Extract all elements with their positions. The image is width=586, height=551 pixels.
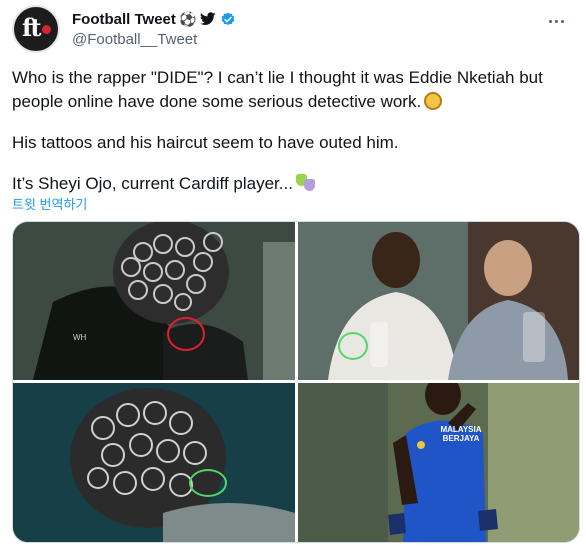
media-grid: WH MALAYSIA BERJAYA [12, 221, 580, 543]
magnifier-icon [424, 92, 443, 110]
soccer-ball-icon: ⚽ [179, 11, 197, 27]
avatar-logo-text: ft [22, 13, 41, 42]
photo-masked-rapper-art: WH [13, 222, 295, 380]
display-name[interactable]: Football Tweet [72, 11, 176, 28]
verified-badge-icon [220, 11, 236, 27]
photo-masked-rapper-closeup[interactable] [13, 383, 295, 542]
highlight-circle-green [189, 469, 227, 497]
photo-closeup-art [13, 383, 295, 542]
tweet-paragraph-3: It’s Sheyi Ojo, current Cardiff player..… [12, 172, 572, 196]
bird-icon [199, 11, 216, 27]
avatar[interactable]: ft [12, 5, 60, 53]
tweet-header: ft Football Tweet ⚽ @Football__Tweet [12, 5, 574, 55]
jacket-logo: WH [73, 333, 87, 342]
tweet-paragraph-2: His tattoos and his haircut seem to have… [12, 133, 399, 152]
photo-two-men-art [298, 222, 579, 380]
photo-cardiff-player[interactable]: MALAYSIA BERJAYA [298, 383, 579, 542]
highlight-circle-red [167, 317, 205, 351]
author-handle[interactable]: @Football__Tweet [72, 31, 236, 48]
photo-two-men-selfie[interactable] [298, 222, 579, 380]
more-options-icon[interactable] [542, 11, 570, 31]
author-info: Football Tweet ⚽ @Football__Tweet [72, 9, 236, 48]
tweet-text: Who is the rapper "DIDE"? I can’t lie I … [12, 66, 572, 196]
display-name-row: Football Tweet ⚽ [72, 9, 236, 29]
masks-icon [295, 174, 316, 192]
photo-player-art [298, 383, 579, 542]
avatar-logo-dot [42, 25, 51, 34]
jersey-sponsor-text: MALAYSIA BERJAYA [440, 425, 482, 443]
tweet-paragraph-1: Who is the rapper "DIDE"? I can’t lie I … [12, 68, 543, 111]
highlight-circle-green [338, 332, 368, 360]
photo-masked-rapper[interactable]: WH [13, 222, 295, 380]
translate-tweet-link[interactable]: 트윗 번역하기 [12, 194, 87, 213]
